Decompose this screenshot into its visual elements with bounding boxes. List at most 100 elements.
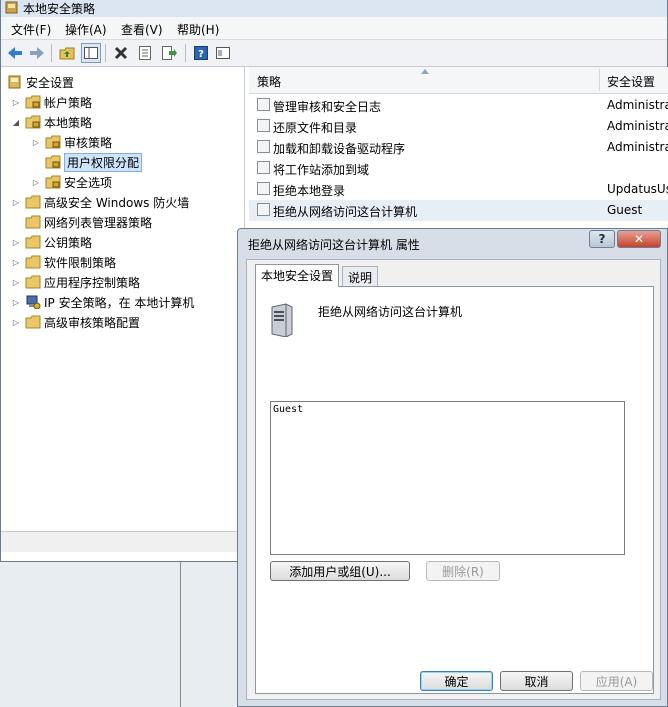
policy-setting: UpdatusUs [607, 182, 668, 196]
svg-text:?: ? [198, 49, 204, 60]
tree-item-app-control[interactable]: ▷ 应用程序控制策略 [11, 273, 140, 291]
expand-arrow-icon[interactable]: ▷ [31, 138, 41, 147]
server-icon [271, 303, 293, 337]
tree-label: 网络列表管理器策略 [44, 215, 153, 230]
remove-button[interactable]: 删除(R) [426, 561, 500, 581]
add-user-or-group-button[interactable]: 添加用户或组(U)... [270, 561, 410, 581]
tree-label: 应用程序控制策略 [44, 275, 141, 290]
folder-lock-icon [45, 155, 61, 169]
table-row[interactable]: 还原文件和目录 Administra [249, 116, 668, 137]
status-bar [1, 531, 245, 552]
tree-item-windows-firewall[interactable]: ▷ 高级安全 Windows 防火墙 [11, 193, 189, 211]
menu-help[interactable]: 帮助(H) [177, 21, 219, 38]
expand-arrow-icon[interactable]: ▷ [11, 298, 21, 307]
tree-label: 高级审核策略配置 [44, 315, 141, 330]
folder-icon [25, 195, 41, 209]
table-row[interactable]: 拒绝本地登录 UpdatusUs [249, 179, 668, 200]
ip-security-icon [26, 295, 41, 309]
policy-icon [257, 161, 270, 174]
column-divider[interactable] [599, 69, 600, 91]
tree-item-network-list-manager[interactable]: 网络列表管理器策略 [11, 213, 152, 231]
expand-arrow-icon[interactable]: ▷ [31, 178, 41, 187]
folder-icon [25, 275, 41, 289]
window-title: 本地安全策略 [23, 2, 96, 16]
console-tree: 安全设置 ▷ 帐户策略 ◢ 本地策略 ▷ 审核策略 用户权限分配 ▷ 安全选项 ▷ 高级安… [1, 67, 245, 529]
expand-arrow-icon[interactable]: ▷ [11, 318, 21, 327]
export-list-icon[interactable] [159, 43, 179, 63]
background-divider [180, 540, 181, 707]
up-folder-icon[interactable] [57, 43, 77, 63]
expand-arrow-icon[interactable]: ▷ [11, 238, 21, 247]
menu-action[interactable]: 操作(A) [65, 21, 107, 38]
help-button[interactable]: ? [589, 230, 615, 248]
policy-title: 拒绝从网络访问这台计算机 [318, 305, 463, 319]
expand-arrow-icon[interactable]: ▷ [11, 278, 21, 287]
help-icon[interactable]: ? [191, 43, 211, 63]
policy-setting: Administra [607, 119, 668, 133]
folder-icon [25, 215, 41, 229]
list-header: 策略 安全设置 [249, 67, 668, 94]
properties-dialog: 拒绝从网络访问这台计算机 属性 ? ✕ 本地安全设置 说明 拒绝从网络访问这台计… [237, 228, 668, 707]
close-button[interactable]: ✕ [617, 230, 661, 248]
policy-icon [257, 182, 270, 195]
tree-item-audit-policy[interactable]: ▷ 审核策略 [31, 133, 112, 151]
menu-file[interactable]: 文件(F) [11, 21, 51, 38]
dialog-title: 拒绝从网络访问这台计算机 属性 [248, 238, 420, 252]
tree-label: 公钥策略 [44, 235, 93, 250]
tree-item-public-key-policies[interactable]: ▷ 公钥策略 [11, 233, 92, 251]
tree-label: IP 安全策略，在 本地计算机 [44, 295, 195, 310]
policy-name: 加载和卸载设备驱动程序 [273, 142, 406, 156]
sort-arrow-icon [421, 69, 429, 74]
expand-arrow-icon[interactable]: ▷ [11, 98, 21, 107]
app-icon [5, 1, 18, 14]
tree-item-user-rights-assignment[interactable]: 用户权限分配 [31, 152, 143, 172]
toolbar-separator [51, 44, 52, 62]
list-item[interactable]: Guest [273, 404, 303, 415]
tab-explain[interactable]: 说明 [342, 266, 379, 286]
forward-icon[interactable] [27, 43, 47, 63]
policy-icon [257, 140, 270, 153]
policy-name: 将工作站添加到域 [273, 163, 370, 177]
tab-local-security-setting[interactable]: 本地安全设置 [255, 264, 340, 287]
policy-name: 管理审核和安全日志 [273, 100, 382, 114]
properties-icon[interactable] [135, 43, 155, 63]
table-row[interactable]: 将工作站添加到域 [249, 158, 668, 179]
toolbar-separator [105, 44, 106, 62]
title-bar: 本地安全策略 [1, 0, 667, 17]
tree-item-advanced-audit[interactable]: ▷ 高级审核策略配置 [11, 313, 140, 331]
menu-view[interactable]: 查看(V) [121, 21, 163, 38]
folder-lock-icon [25, 115, 41, 129]
toolbar: ? [1, 40, 667, 67]
collapse-arrow-icon[interactable]: ◢ [11, 118, 21, 127]
user-list[interactable]: Guest [270, 401, 625, 555]
tree-label: 软件限制策略 [44, 255, 117, 270]
table-row[interactable]: 加载和卸载设备驱动程序 Administra [249, 137, 668, 158]
tree-label: 帐户策略 [44, 95, 93, 110]
table-row[interactable]: 拒绝从网络访问这台计算机 Guest [249, 200, 668, 221]
tab-panel: 拒绝从网络访问这台计算机 Guest 添加用户或组(U)... 删除(R) [255, 286, 654, 694]
tree-label: 安全设置 [26, 75, 75, 90]
tree-item-ip-security[interactable]: ▷ IP 安全策略，在 本地计算机 [11, 293, 194, 311]
view-icon[interactable] [213, 43, 233, 63]
tree-item-account-policies[interactable]: ▷ 帐户策略 [11, 93, 92, 111]
tree-root-security-settings[interactable]: 安全设置 [7, 73, 74, 91]
show-hide-tree-icon[interactable] [81, 43, 101, 63]
expand-arrow-icon[interactable]: ▷ [11, 258, 21, 267]
column-header-security-setting[interactable]: 安全设置 [607, 73, 655, 90]
folder-icon [25, 255, 41, 269]
dialog-body: 本地安全设置 说明 拒绝从网络访问这台计算机 Guest 添加用户或组(U)..… [246, 259, 661, 700]
back-icon[interactable] [5, 43, 25, 63]
expand-arrow-icon[interactable]: ▷ [11, 198, 21, 207]
tree-item-software-restriction[interactable]: ▷ 软件限制策略 [11, 253, 116, 271]
policy-setting: Administra [607, 140, 668, 154]
folder-icon [25, 315, 41, 329]
column-header-policy[interactable]: 策略 [257, 73, 281, 90]
apply-button[interactable]: 应用(A) [580, 671, 653, 691]
tree-label: 用户权限分配 [64, 152, 143, 172]
ok-button[interactable]: 确定 [420, 671, 493, 691]
cancel-button[interactable]: 取消 [500, 671, 573, 691]
tree-item-local-policies[interactable]: ◢ 本地策略 [11, 113, 92, 131]
table-row[interactable]: 管理审核和安全日志 Administra [249, 95, 668, 116]
tree-item-security-options[interactable]: ▷ 安全选项 [31, 173, 112, 191]
delete-icon[interactable] [111, 43, 131, 63]
